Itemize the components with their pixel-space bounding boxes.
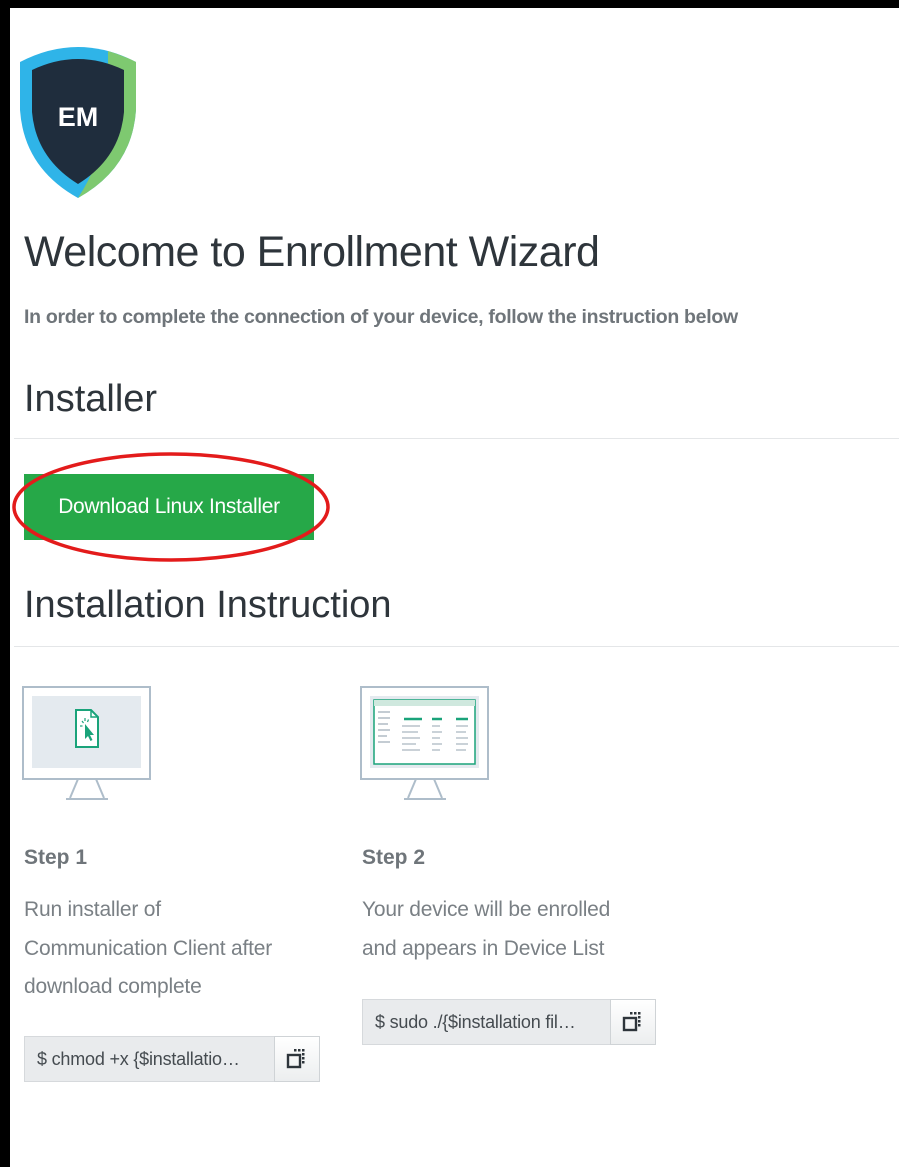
file-download-monitor-icon: [22, 686, 151, 800]
page-subtitle: In order to complete the connection of y…: [24, 306, 738, 328]
step-2-command-group: $ sudo ./{$installation fil…: [362, 999, 656, 1045]
divider: [14, 438, 899, 439]
divider: [14, 646, 899, 647]
step-1-command-field[interactable]: $ chmod +x {$installatio…: [24, 1036, 274, 1082]
step-2-command-field[interactable]: $ sudo ./{$installation fil…: [362, 999, 610, 1045]
page-title: Welcome to Enrollment Wizard: [24, 228, 600, 276]
step-2-title: Step 2: [362, 846, 426, 869]
step-1-command-group: $ chmod +x {$installatio…: [24, 1036, 320, 1082]
em-logo: EM: [20, 47, 136, 198]
step-1-description: Run installer of Communication Client aft…: [24, 898, 273, 998]
device-list-monitor-icon: [360, 686, 489, 800]
copy-icon: [286, 1049, 305, 1069]
step-2-copy-button[interactable]: [610, 999, 656, 1045]
logo-text: EM: [58, 102, 99, 132]
installer-section-title: Installer: [24, 378, 158, 420]
step-1-title: Step 1: [24, 846, 88, 869]
step-1-copy-button[interactable]: [274, 1036, 320, 1082]
step-2-description: Your device will be enrolled and appears …: [362, 898, 611, 960]
download-linux-installer-button[interactable]: Download Linux Installer: [24, 474, 314, 540]
copy-icon: [622, 1012, 641, 1032]
installation-instruction-title: Installation Instruction: [24, 584, 392, 626]
